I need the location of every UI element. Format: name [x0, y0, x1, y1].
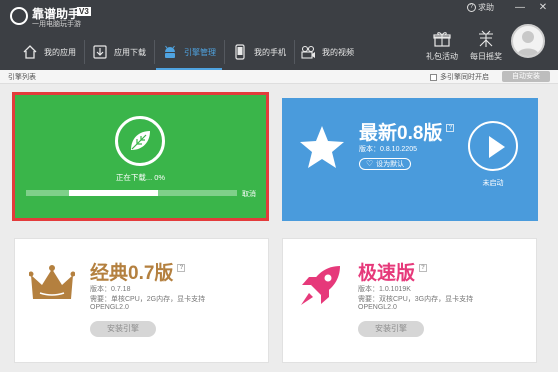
- breadcrumb: 引擎列表: [8, 74, 36, 81]
- multi-engine-label: 多引擎同时开启: [440, 74, 489, 81]
- nav-divider: [224, 40, 225, 64]
- help-icon: ?: [467, 3, 476, 13]
- set-default-button[interactable]: ♡ 设为默认: [359, 158, 412, 170]
- downloading-engine-card: 正在下载... 0% 取消: [12, 92, 269, 221]
- engine-title: 经典0.7版?: [90, 258, 186, 285]
- minimize-button[interactable]: —: [513, 2, 527, 14]
- info-icon[interactable]: ?: [446, 124, 455, 132]
- android-icon: [165, 45, 175, 58]
- version-badge: V3: [77, 7, 91, 16]
- heart-icon: ♡: [366, 159, 374, 168]
- tab-my-videos[interactable]: 我的视频: [300, 34, 354, 70]
- launch-engine-button[interactable]: [468, 121, 518, 171]
- tab-my-phone[interactable]: 我的手机: [232, 34, 286, 70]
- phone-icon: [235, 44, 245, 60]
- auto-install-button[interactable]: 自动安装: [502, 71, 550, 82]
- tab-label: 我的应用: [44, 47, 76, 57]
- install-engine-button[interactable]: 安装引擎: [358, 321, 424, 337]
- download-status: 正在下载... 0%: [115, 173, 166, 182]
- engine-version: 版本：0.8.10.2205: [359, 146, 417, 153]
- gift-icon: [433, 32, 451, 47]
- multi-engine-checkbox[interactable]: 多引擎同时开启: [430, 72, 489, 82]
- speed-engine-card: 极速版? 版本：1.0.1019K 需要：双核CPU，3G内存，显卡支持 OPE…: [282, 238, 537, 363]
- title-bar: 靠谱助手 V3 一用电脑玩手游 ? 求助 — ✕ 我的应用 应用下载 引擎管理 我…: [0, 0, 558, 70]
- rocket-icon: [301, 266, 340, 305]
- download-progress-bar: [26, 190, 237, 196]
- nav-divider: [294, 40, 295, 64]
- leaf-icon: [131, 131, 150, 150]
- engine-list-bar: 引擎列表 多引擎同时开启 自动安装: [0, 70, 558, 84]
- download-progress-fill: [69, 190, 158, 196]
- star-icon: [300, 126, 344, 168]
- engine-requirement-gl: OPENGL2.0: [358, 304, 397, 311]
- engine-requirement-gl: OPENGL2.0: [90, 304, 129, 311]
- crown-icon: [29, 265, 75, 299]
- play-icon: [489, 136, 505, 158]
- app-logo: 靠谱助手 V3 一用电脑玩手游: [8, 4, 98, 30]
- engine-version: 版本：1.0.1019K: [358, 286, 411, 293]
- avatar[interactable]: [511, 24, 545, 58]
- tab-label: 应用下载: [114, 47, 146, 57]
- engine-requirement: 需要：双核CPU，3G内存，显卡支持: [358, 296, 474, 303]
- engine-status: 未启动: [482, 180, 504, 187]
- latest-engine-card: 最新0.8版? 版本：0.8.10.2205 ♡ 设为默认 未启动: [282, 98, 538, 221]
- download-icon: [93, 45, 107, 59]
- tab-my-apps[interactable]: 我的应用: [22, 34, 76, 70]
- engine-requirement: 需要：单核CPU，2G内存，显卡支持: [90, 296, 206, 303]
- tab-label: 我的手机: [254, 47, 286, 57]
- leaf-ring: [115, 116, 165, 166]
- close-icon: ✕: [538, 2, 548, 13]
- user-avatar-icon: [517, 31, 539, 56]
- checkin-button[interactable]: 每日摇奖: [466, 30, 506, 62]
- gift-label: 礼包活动: [426, 52, 458, 61]
- help-link[interactable]: ? 求助: [467, 2, 494, 14]
- nav-divider: [154, 40, 155, 64]
- tab-label: 我的视频: [322, 47, 354, 57]
- engine-title: 最新0.8版?: [359, 118, 455, 145]
- install-engine-button[interactable]: 安装引擎: [90, 321, 156, 337]
- set-default-label: 设为默认: [376, 161, 405, 168]
- tab-app-download[interactable]: 应用下载: [92, 34, 146, 70]
- classic-engine-card: 经典0.7版? 版本：0.7.18 需要：单核CPU，2G内存，显卡支持 OPE…: [14, 238, 269, 363]
- engine-title: 极速版?: [358, 258, 428, 285]
- info-icon[interactable]: ?: [419, 264, 428, 272]
- tab-engine-management[interactable]: 引擎管理: [156, 34, 222, 70]
- tab-label: 引擎管理: [184, 47, 216, 57]
- engine-version: 版本：0.7.18: [90, 286, 131, 293]
- info-icon[interactable]: ?: [177, 264, 186, 272]
- close-button[interactable]: ✕: [536, 2, 550, 14]
- checkbox-box[interactable]: [430, 73, 437, 81]
- home-icon: [23, 45, 37, 59]
- checkin-label: 每日摇奖: [470, 52, 502, 61]
- nav-divider: [84, 40, 85, 64]
- gift-button[interactable]: 礼包活动: [422, 30, 462, 62]
- cancel-download-button[interactable]: 取消: [242, 189, 256, 199]
- minimize-icon: —: [515, 2, 525, 13]
- help-label: 求助: [478, 3, 494, 12]
- logo-mark-icon: [10, 7, 28, 25]
- lottery-icon: [479, 30, 493, 47]
- video-camera-icon: [301, 45, 315, 59]
- app-slogan: 一用电脑玩手游: [32, 21, 81, 28]
